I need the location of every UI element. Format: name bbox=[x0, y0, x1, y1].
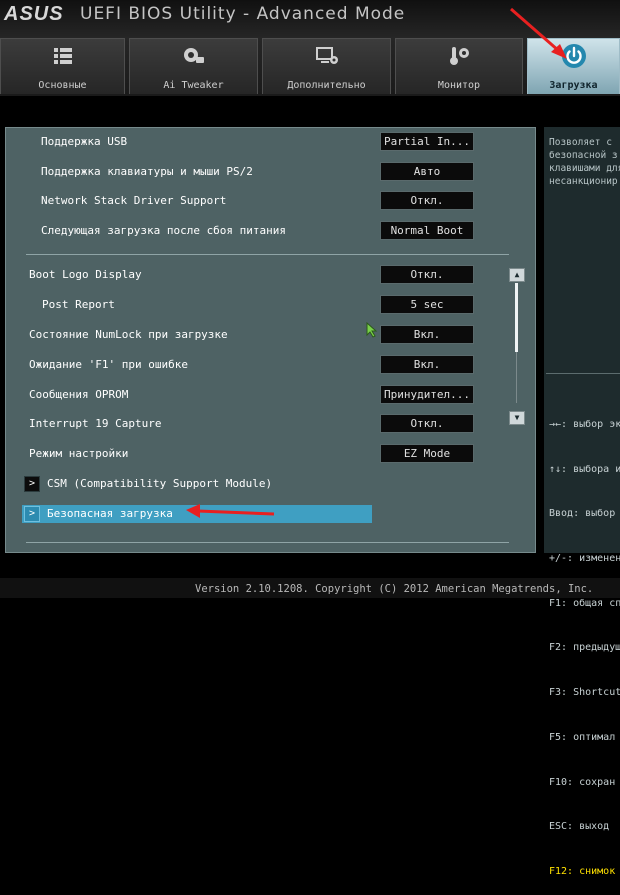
tab-boot-label: Загрузка bbox=[549, 80, 598, 91]
power-icon bbox=[528, 44, 619, 68]
key-hint: Ввод: выбор bbox=[549, 508, 616, 520]
tab-boot[interactable]: Загрузка bbox=[527, 38, 620, 94]
submenu-label: CSM (Compatibility Support Module) bbox=[47, 477, 273, 490]
scroll-up-button[interactable]: ▲ bbox=[509, 268, 525, 282]
setting-label: Сообщения OPROM bbox=[29, 388, 129, 401]
key-hint: F2: предыдущ bbox=[549, 642, 620, 654]
setting-label: Ожидание 'F1' при ошибке bbox=[29, 358, 188, 371]
setting-wait-f1[interactable]: Ожидание 'F1' при ошибке bbox=[0, 355, 380, 375]
asus-logo: ASUS bbox=[4, 3, 64, 25]
list-icon bbox=[1, 45, 124, 67]
help-text: Позволяет с безопасной з клавишами для н… bbox=[549, 137, 620, 187]
setting-label: Поддержка клавиатуры и мыши PS/2 bbox=[41, 165, 253, 178]
setting-numlock[interactable]: Состояние NumLock при загрузке bbox=[0, 325, 380, 345]
value-post-report[interactable]: 5 sec bbox=[380, 295, 474, 314]
tab-monitor-label: Монитор bbox=[437, 80, 481, 91]
setting-interrupt-19[interactable]: Interrupt 19 Capture bbox=[0, 414, 380, 434]
value-usb-support[interactable]: Partial In... bbox=[380, 132, 474, 151]
value-oprom-messages[interactable]: Принудител... bbox=[380, 385, 474, 404]
header-bar: ASUS UEFI BIOS Utility - Advanced Mode О… bbox=[0, 0, 620, 96]
key-hint: ESC: выход bbox=[549, 821, 610, 833]
key-hint: F5: оптимал bbox=[549, 731, 616, 743]
help-divider bbox=[546, 373, 620, 374]
value-interrupt-19[interactable]: Откл. bbox=[380, 414, 474, 433]
setting-post-report[interactable]: Post Report bbox=[0, 295, 380, 315]
cpu-fan-icon bbox=[130, 45, 257, 67]
app-title: UEFI BIOS Utility - Advanced Mode bbox=[80, 4, 406, 24]
key-hint: F1: общая сп bbox=[549, 597, 620, 609]
setting-label: Post Report bbox=[42, 298, 115, 311]
key-hint: +/-: изменен bbox=[549, 552, 620, 564]
mouse-cursor-icon bbox=[366, 322, 378, 338]
value-numlock[interactable]: Вкл. bbox=[380, 325, 474, 344]
setting-setup-mode[interactable]: Режим настройки bbox=[0, 444, 380, 464]
key-hint: F10: сохран bbox=[549, 776, 616, 788]
submenu-secure-boot[interactable]: > Безопасная загрузка bbox=[22, 505, 372, 523]
key-hint-highlight: F12: снимок bbox=[549, 866, 616, 877]
setting-network-stack[interactable]: Network Stack Driver Support bbox=[0, 191, 380, 211]
key-legend: →←: выбор эк ↑↓: выбора и Ввод: выбор +/… bbox=[549, 388, 620, 895]
tab-ai-tweaker-label: Ai Tweaker bbox=[163, 80, 224, 91]
settings-monitor-icon bbox=[263, 45, 390, 67]
key-hint: ↑↓: выбора и bbox=[549, 463, 620, 475]
scroll-down-button[interactable]: ▼ bbox=[509, 411, 525, 425]
tab-ai-tweaker[interactable]: Ai Tweaker bbox=[129, 38, 258, 94]
key-hint: →←: выбор эк bbox=[549, 418, 620, 430]
setting-label: Boot Logo Display bbox=[29, 268, 142, 281]
setting-label: Поддержка USB bbox=[41, 135, 128, 148]
submenu-csm[interactable]: > CSM (Compatibility Support Module) bbox=[22, 475, 372, 493]
setting-oprom-messages[interactable]: Сообщения OPROM bbox=[0, 385, 380, 405]
chevron-right-icon: > bbox=[24, 506, 40, 522]
value-setup-mode[interactable]: EZ Mode bbox=[380, 444, 474, 463]
thermometer-fan-icon bbox=[396, 45, 522, 67]
setting-label: Состояние NumLock при загрузке bbox=[29, 328, 228, 341]
setting-boot-logo[interactable]: Boot Logo Display bbox=[0, 265, 380, 285]
tab-main-label: Основные bbox=[38, 80, 87, 91]
setting-label: Network Stack Driver Support bbox=[41, 194, 227, 207]
tab-monitor[interactable]: Монитор bbox=[395, 38, 523, 94]
tab-advanced[interactable]: Дополнительно bbox=[262, 38, 391, 94]
setting-ps2-support[interactable]: Поддержка клавиатуры и мыши PS/2 bbox=[0, 162, 380, 182]
chevron-right-icon: > bbox=[24, 476, 40, 492]
setting-label: Interrupt 19 Capture bbox=[29, 417, 162, 430]
section-divider bbox=[26, 254, 509, 255]
value-boot-logo[interactable]: Откл. bbox=[380, 265, 474, 284]
key-hint: F3: Shortcut bbox=[549, 687, 620, 699]
section-divider bbox=[26, 542, 509, 543]
setting-label: Режим настройки bbox=[29, 447, 129, 460]
version-text: Version 2.10.1208. Copyright (C) 2012 Am… bbox=[195, 583, 594, 595]
value-network-stack[interactable]: Откл. bbox=[380, 191, 474, 210]
value-wait-f1[interactable]: Вкл. bbox=[380, 355, 474, 374]
setting-label: Следующая загрузка после сбоя питания bbox=[41, 224, 287, 237]
tab-main[interactable]: Основные bbox=[0, 38, 125, 94]
value-ps2-support[interactable]: Авто bbox=[380, 162, 474, 181]
submenu-label: Безопасная загрузка bbox=[47, 507, 173, 520]
setting-power-loss-boot[interactable]: Следующая загрузка после сбоя питания bbox=[0, 221, 380, 241]
setting-usb-support[interactable]: Поддержка USB bbox=[0, 132, 380, 152]
main-tabs: Основные Ai Tweaker Дополнительно Монито… bbox=[0, 38, 620, 96]
scrollbar-thumb[interactable] bbox=[515, 283, 518, 352]
tab-advanced-label: Дополнительно bbox=[287, 80, 366, 91]
value-power-loss-boot[interactable]: Normal Boot bbox=[380, 221, 474, 240]
